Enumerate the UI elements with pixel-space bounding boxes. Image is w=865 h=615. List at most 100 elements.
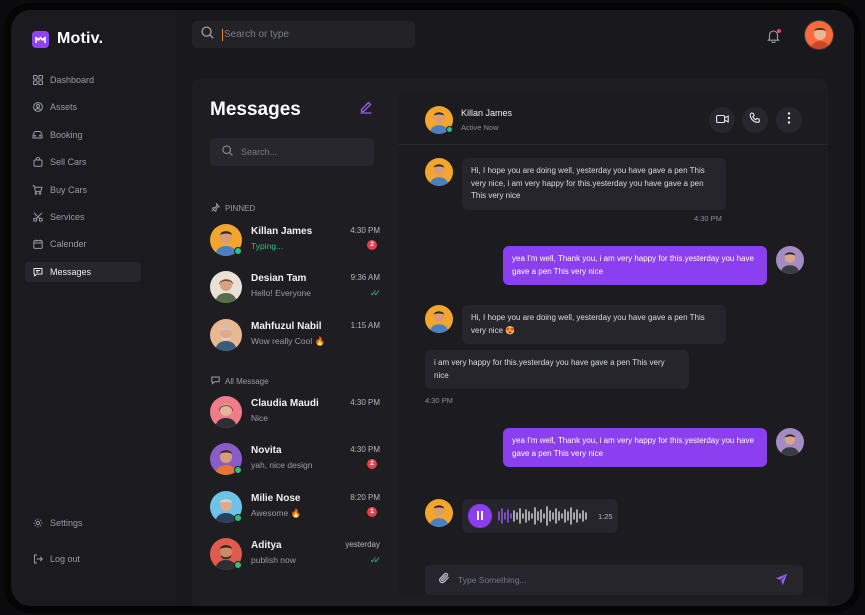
sidebar-item-dashboard[interactable]: Dashboard	[25, 70, 141, 90]
message-time: 8:20 PM	[350, 493, 380, 502]
online-indicator	[234, 247, 242, 255]
conversation-item[interactable]: Aditya publish now yesterday ✓✓	[210, 537, 381, 573]
sidebar: Motiv. Dashboard Assets Booking Sell Car…	[11, 10, 176, 606]
car-icon	[32, 129, 43, 140]
sidebar-item-label: Settings	[50, 518, 83, 528]
global-search[interactable]	[192, 21, 415, 48]
video-camera-icon	[715, 111, 729, 129]
notification-dot	[777, 29, 781, 33]
sidebar-item-label: Messages	[50, 266, 92, 277]
conversation-item[interactable]: Novita yah, nice design 4:30 PM 2	[210, 442, 380, 478]
search-input[interactable]	[224, 29, 394, 40]
message-time: 4:30 PM	[350, 398, 380, 407]
sidebar-item-calender[interactable]: Calender	[25, 234, 141, 254]
message-preview: Nice	[251, 413, 269, 423]
user-avatar[interactable]	[804, 20, 834, 50]
chat-icon	[32, 266, 43, 277]
incoming-message: Hi, I hope you are doing well, yesterday…	[462, 305, 726, 344]
gear-icon	[32, 518, 43, 529]
calendar-icon	[32, 239, 43, 250]
voice-message: 1:25	[462, 499, 618, 533]
conversation-item[interactable]: Claudia Maudi Nice 4:30 PM	[210, 395, 380, 431]
conversation-search-input[interactable]	[241, 147, 361, 157]
user-avatar	[776, 428, 804, 456]
sidebar-item-services[interactable]: Services	[25, 207, 141, 227]
pause-icon	[476, 507, 484, 525]
logout-button[interactable]: Log out	[25, 549, 141, 569]
logout-icon	[32, 554, 43, 565]
message-time: 4:30 PM	[425, 396, 453, 405]
sidebar-item-label: Assets	[50, 102, 78, 113]
notification-bell-icon[interactable]	[767, 29, 781, 44]
sidebar-item-label: Booking	[50, 129, 83, 140]
contact-avatar	[425, 158, 453, 186]
sidebar-item-label: Sell Cars	[50, 157, 87, 168]
logo[interactable]: Motiv.	[32, 30, 103, 48]
chat-header: Killan James Active Now	[399, 91, 827, 145]
message-time: 1:15 AM	[350, 321, 380, 330]
contact-name: Mahfuzul Nabil	[251, 321, 322, 332]
chat-bubble-icon	[211, 376, 220, 387]
attachment-icon[interactable]	[439, 571, 450, 589]
sidebar-item-settings[interactable]: Settings	[25, 513, 141, 533]
app-name: Motiv.	[57, 30, 104, 47]
waveform[interactable]	[497, 504, 595, 528]
message-preview: yah, nice design	[251, 460, 313, 470]
unread-badge: 2	[367, 459, 377, 469]
outgoing-message: yea I'm well, Thank you, i am very happy…	[503, 428, 767, 467]
message-input[interactable]	[458, 575, 758, 585]
message-preview: publish now	[251, 555, 296, 565]
online-indicator	[234, 514, 242, 522]
sidebar-item-messages[interactable]: Messages	[25, 261, 141, 282]
message-time: 4:30 PM	[350, 445, 380, 454]
send-icon[interactable]	[775, 573, 789, 587]
sidebar-bottom: Settings	[25, 513, 141, 540]
user-circle-icon	[32, 102, 43, 113]
message-preview: Awesome 🔥	[251, 508, 302, 518]
contact-name: Desian Tam	[251, 273, 307, 284]
sidebar-item-label: Calender	[50, 239, 87, 250]
sidebar-nav: Dashboard Assets Booking Sell Cars Buy C…	[25, 70, 141, 289]
message-time: 4:30 PM	[350, 226, 380, 235]
conversation-item[interactable]: Mahfuzul Nabil Wow really Cool 🔥 1:15 AM	[210, 318, 380, 354]
conversation-item[interactable]: Killan James Typing... 4:30 PM 2	[210, 223, 380, 259]
message-preview: Hello! Everyone	[251, 288, 312, 298]
conversation-item[interactable]: Milie Nose Awesome 🔥 8:20 PM 1	[210, 490, 380, 526]
voice-call-button[interactable]	[742, 107, 768, 133]
conversation-item[interactable]: Desian Tam Hello! Everyone 9:36 AM ✓✓	[210, 270, 381, 306]
more-options-button[interactable]	[776, 107, 802, 133]
text-caret	[222, 28, 223, 41]
message-time: yesterday	[345, 540, 380, 549]
bag-icon	[32, 157, 43, 168]
online-indicator	[446, 126, 453, 133]
message-preview: Wow really Cool 🔥	[251, 336, 326, 346]
dashboard-icon	[32, 75, 43, 86]
sidebar-item-label: Dashboard	[50, 75, 95, 85]
app-window: Motiv. Dashboard Assets Booking Sell Car…	[11, 10, 854, 606]
video-call-button[interactable]	[709, 107, 735, 133]
sidebar-item-buy-cars[interactable]: Buy Cars	[25, 180, 141, 200]
conversation-list: Messages PINNED Killan James Typing... 4…	[192, 79, 387, 606]
contact-status: Active Now	[461, 123, 499, 132]
sidebar-item-sell-cars[interactable]: Sell Cars	[25, 152, 141, 172]
conversation-search[interactable]	[210, 138, 374, 166]
sidebar-item-assets[interactable]: Assets	[25, 97, 141, 117]
message-composer[interactable]	[425, 565, 803, 595]
contact-name: Claudia Maudi	[251, 398, 319, 409]
incoming-message: i am very happy for this.yesterday you h…	[425, 350, 689, 389]
search-icon	[201, 25, 214, 44]
user-avatar	[776, 246, 804, 274]
messages-panel: Messages PINNED Killan James Typing... 4…	[192, 79, 828, 606]
message-time: 9:36 AM	[350, 273, 380, 282]
unread-badge: 1	[367, 507, 377, 517]
all-messages-section-label: All Message	[211, 376, 269, 387]
avatar	[210, 319, 242, 351]
sidebar-item-booking[interactable]: Booking	[25, 125, 141, 145]
cart-icon	[32, 184, 43, 195]
sidebar-item-label: Services	[50, 211, 85, 222]
new-message-button[interactable]	[358, 101, 374, 117]
outgoing-message: yea I'm well, Thank you, i am very happy…	[503, 246, 767, 285]
message-preview: Typing...	[251, 241, 284, 251]
pause-button[interactable]	[468, 504, 492, 528]
contact-name: Killan James	[461, 108, 513, 118]
